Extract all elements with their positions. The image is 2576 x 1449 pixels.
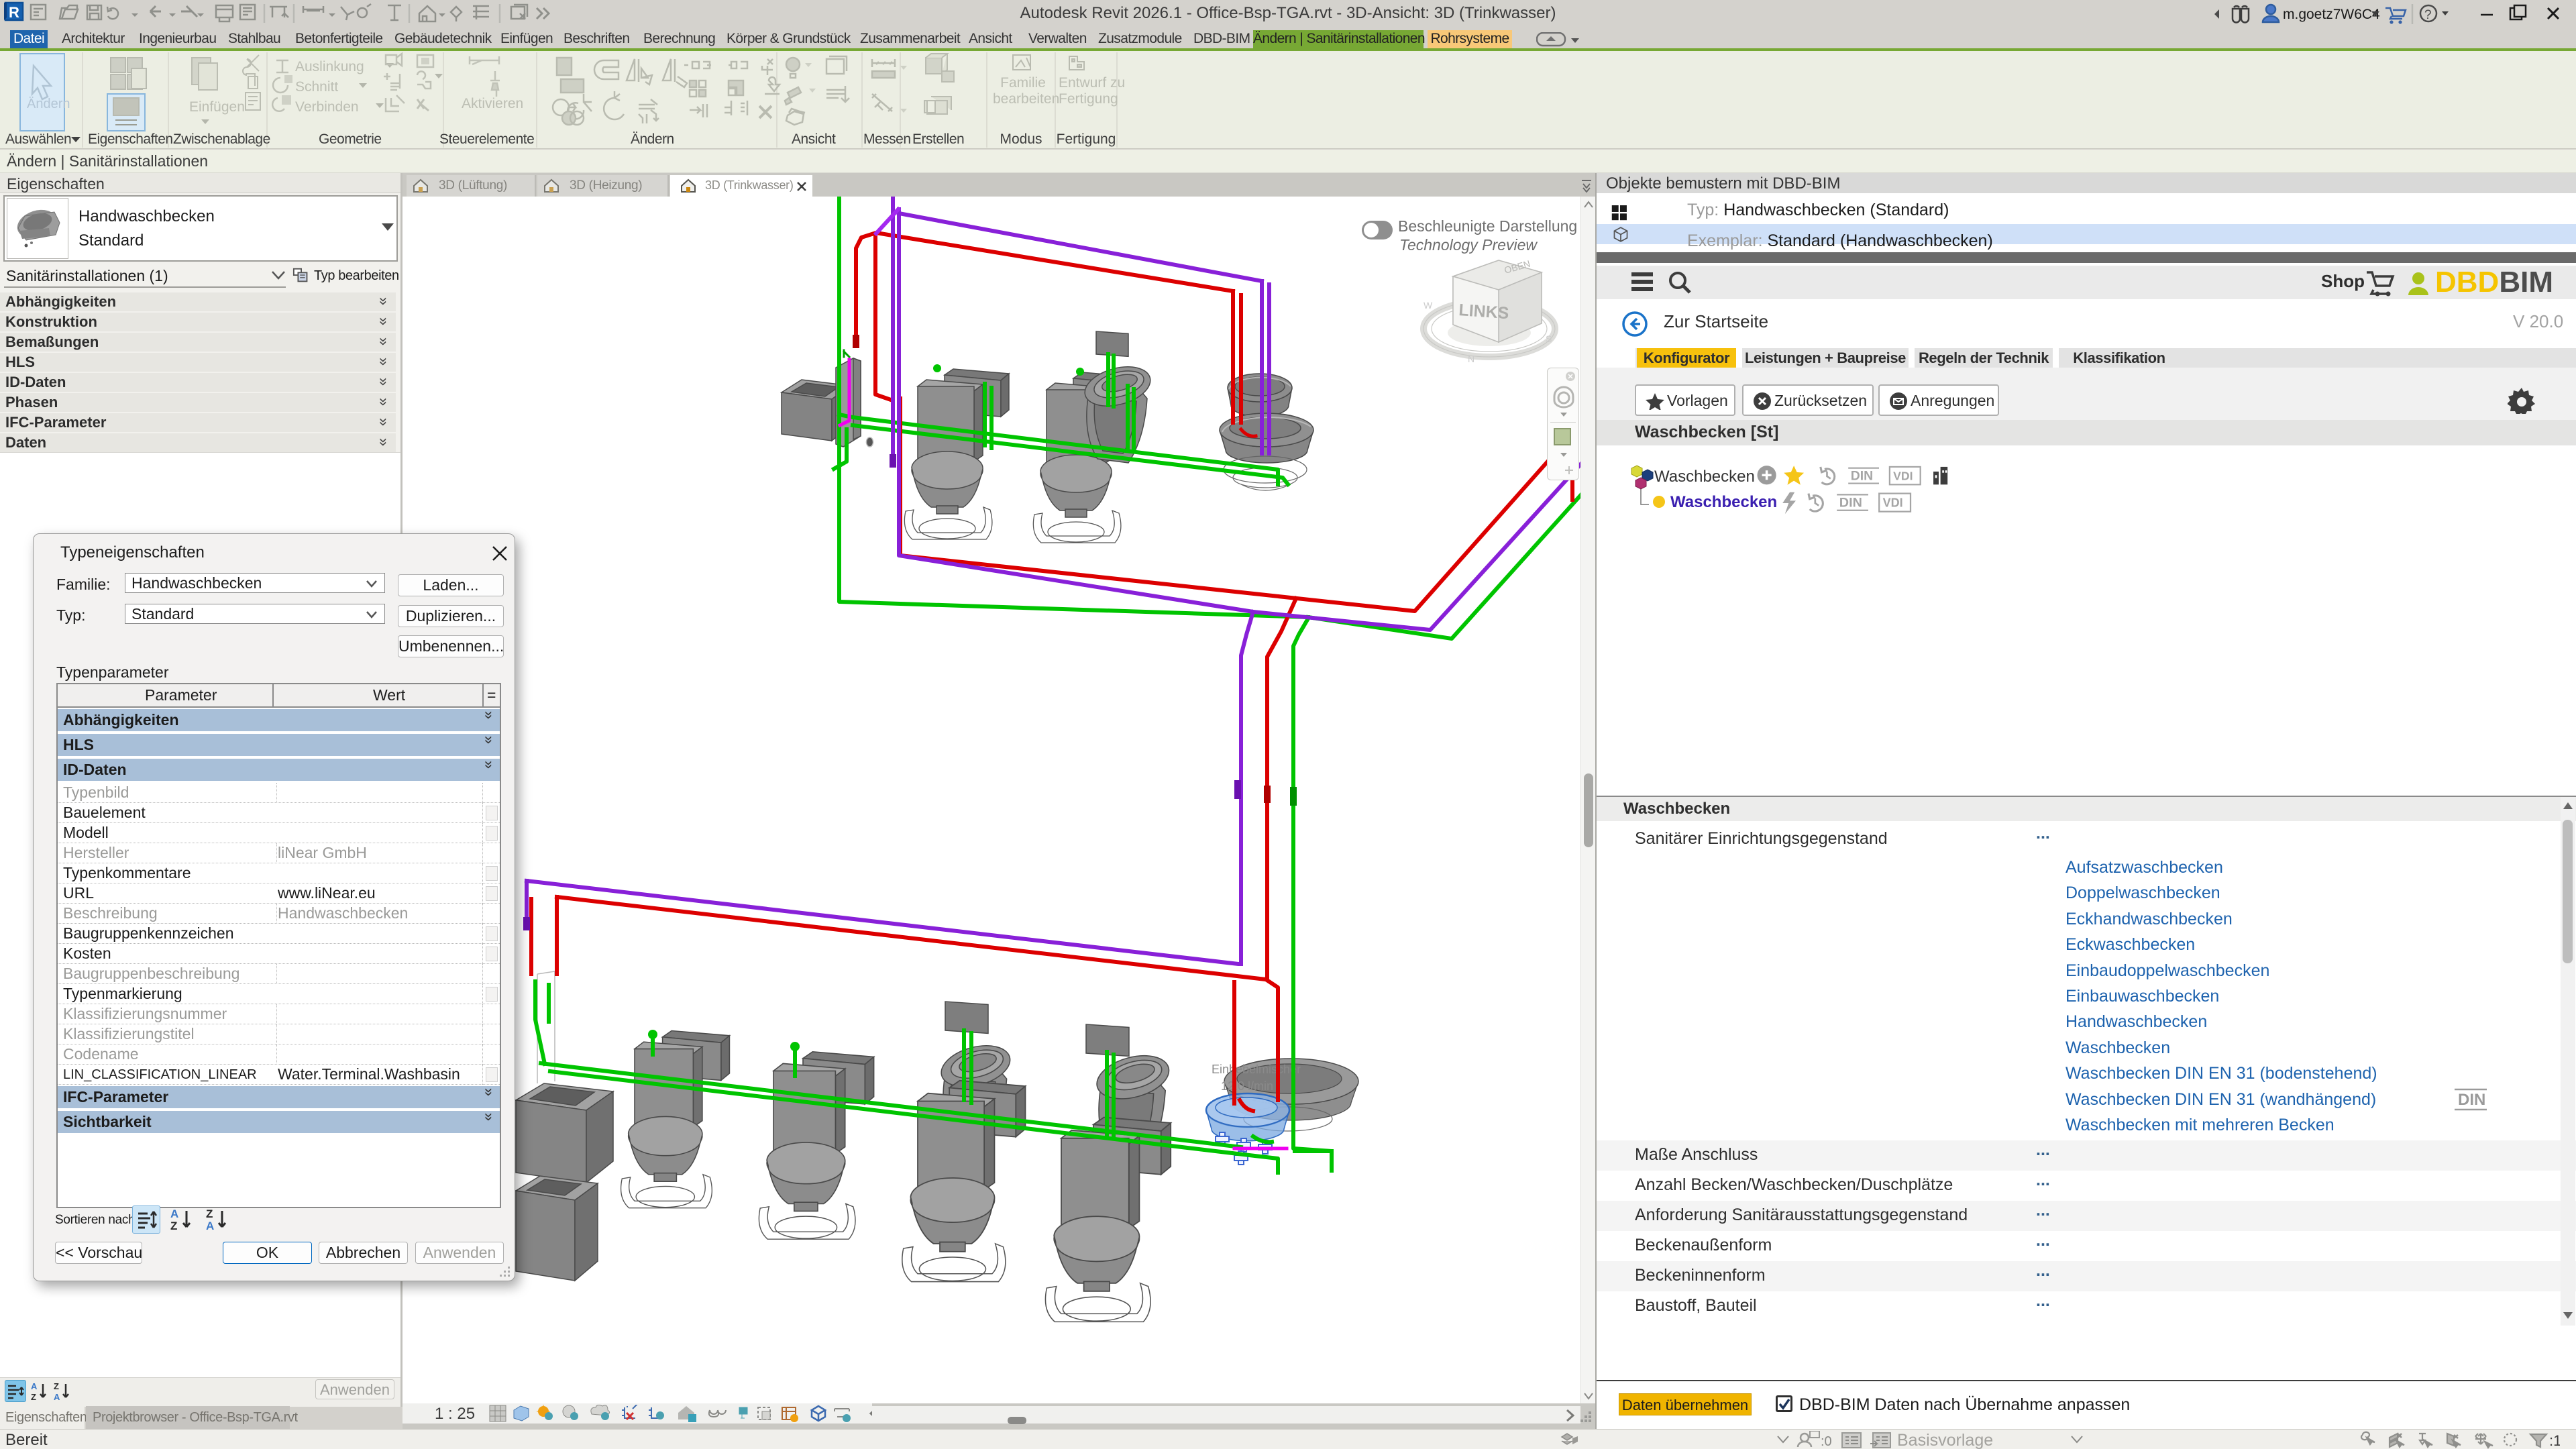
svg-text:Verbinden: Verbinden [295, 99, 359, 115]
svg-text:S: S [1546, 333, 1552, 344]
svg-text:Auswählen: Auswählen [5, 131, 71, 147]
svg-text:12.0 l/min: 12.0 l/min [1221, 1079, 1273, 1093]
svg-text:A: A [54, 1392, 60, 1401]
svg-text:Zwischenablage: Zwischenablage [173, 131, 270, 147]
svg-text:Aktivieren: Aktivieren [462, 96, 523, 111]
svg-text:Steuerelemente: Steuerelemente [439, 131, 534, 147]
svg-text:Ansicht: Ansicht [792, 131, 836, 147]
svg-text:VDI: VDI [1893, 469, 1913, 482]
svg-text:A: A [206, 1220, 214, 1232]
svg-text:Einhebelmischer: Einhebelmischer [1212, 1063, 1301, 1076]
svg-text:N: N [1468, 354, 1474, 364]
svg-text:Z: Z [54, 1381, 59, 1391]
svg-text::1: :1 [2549, 1432, 2560, 1449]
svg-text:DIN: DIN [2458, 1091, 2485, 1109]
svg-text:VDI: VDI [1883, 496, 1903, 509]
svg-text:DIN: DIN [1839, 495, 1862, 510]
svg-text:Erstellen: Erstellen [912, 131, 964, 147]
svg-text:Z: Z [206, 1208, 213, 1220]
svg-text:Eigenschaften: Eigenschaften [88, 131, 173, 147]
svg-text:Geometrie: Geometrie [319, 131, 382, 147]
svg-text:Einfügen: Einfügen [189, 99, 245, 115]
svg-text:A: A [170, 1208, 178, 1220]
svg-text:W: W [1424, 300, 1433, 311]
svg-text:Z: Z [31, 1392, 36, 1401]
svg-text:m.goetz7W6C4: m.goetz7W6C4 [2283, 7, 2380, 22]
svg-text:Ändern: Ändern [631, 131, 674, 147]
svg-text:Ändern: Ändern [27, 97, 70, 111]
svg-text:?: ? [2424, 8, 2432, 22]
svg-text::0: :0 [1821, 1434, 1832, 1448]
svg-text:Messen: Messen [863, 131, 911, 147]
svg-text:LINKS: LINKS [1458, 301, 1510, 323]
svg-text:DIN: DIN [1851, 468, 1873, 483]
svg-text:A: A [31, 1381, 38, 1391]
svg-text:Auslinkung: Auslinkung [295, 59, 364, 74]
svg-text:Z: Z [170, 1220, 177, 1232]
svg-text:Schnitt: Schnitt [295, 79, 338, 95]
